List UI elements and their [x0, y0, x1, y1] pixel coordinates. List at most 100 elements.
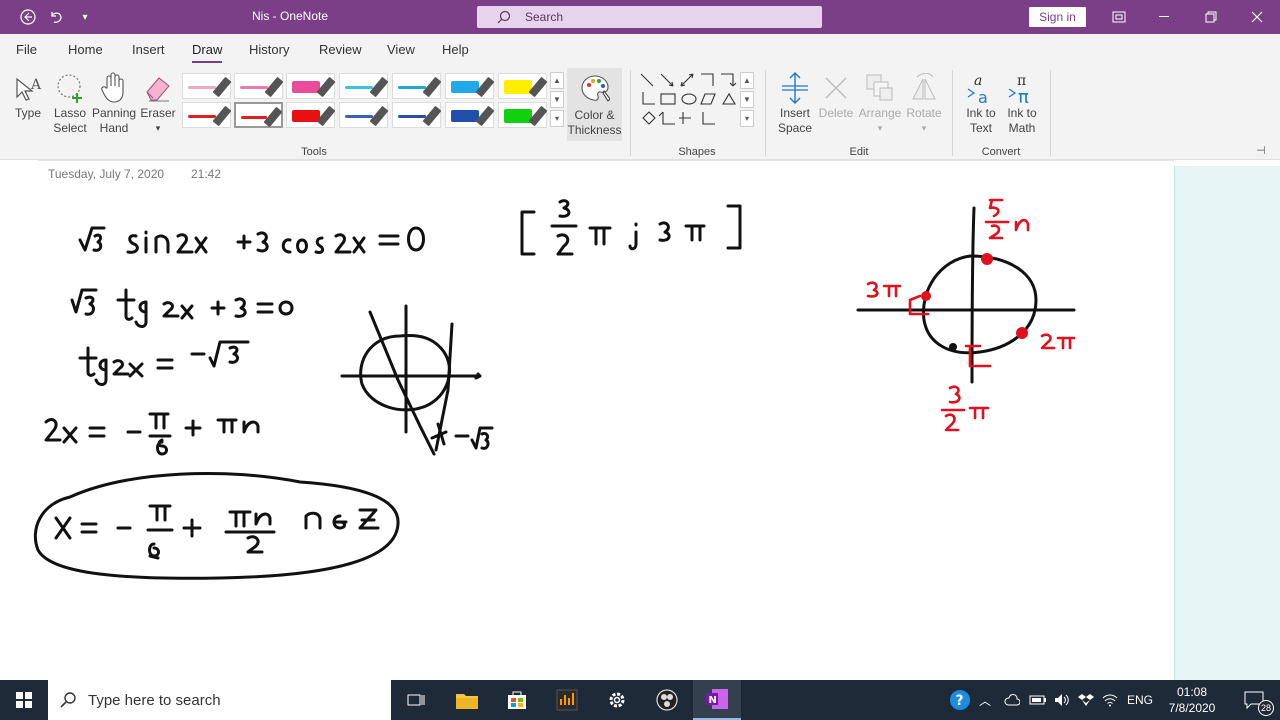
arrange-dropdown-icon[interactable]: ▾ [857, 121, 903, 136]
close-icon[interactable] [1234, 0, 1280, 34]
pen-gallery-more-icon[interactable]: ▾ [550, 110, 564, 127]
highlighter-tip-icon [475, 76, 495, 98]
pen-tip-icon [264, 76, 284, 98]
rotate-button[interactable]: Rotate ▾ [904, 70, 944, 136]
arrange-label: Arrange [858, 106, 902, 120]
pen-6-selected[interactable] [234, 102, 283, 128]
taskbar-search-input[interactable]: Type here to search [48, 680, 391, 720]
highlighter-1[interactable] [286, 73, 336, 99]
pen-3[interactable] [339, 73, 389, 99]
lasso-icon [50, 70, 90, 106]
lasso-select-tool[interactable]: Lasso Select [50, 70, 90, 136]
pen-5[interactable] [182, 102, 232, 128]
obs-icon[interactable] [643, 680, 691, 720]
insert-space-icon [774, 70, 816, 106]
tab-home[interactable]: Home [68, 42, 103, 57]
highlighter-tip-icon [316, 76, 336, 98]
language-indicator[interactable]: ENG [1127, 693, 1153, 707]
rotate-label: Rotate [906, 106, 942, 120]
ink-to-text-icon: aa [962, 70, 1000, 106]
note-canvas[interactable]: Tuesday, July 7, 2020 21:42 [0, 160, 1280, 680]
ink-to-math-label-1: Ink to [1007, 106, 1037, 120]
arrange-button[interactable]: Arrange ▾ [857, 70, 903, 136]
pen-1[interactable] [182, 73, 232, 99]
windows-start-icon[interactable] [0, 680, 48, 720]
highlighter-5[interactable] [445, 102, 495, 128]
wifi-icon[interactable] [1096, 680, 1124, 720]
pen-stroke [188, 115, 216, 118]
store-icon[interactable] [493, 680, 541, 720]
eraser-icon [140, 70, 176, 106]
delete-label: Delete [818, 106, 854, 120]
insert-space-button[interactable]: Insert Space [774, 70, 816, 136]
tab-help[interactable]: Help [442, 42, 469, 57]
shapes-down-icon[interactable]: ▼ [740, 91, 754, 108]
pen-2[interactable] [234, 73, 284, 99]
sign-in-button[interactable]: Sign in [1029, 7, 1086, 27]
highlighter-6[interactable] [498, 102, 548, 128]
tab-review[interactable]: Review [319, 42, 362, 57]
pen-7[interactable] [339, 102, 389, 128]
pan-label-1: Panning [92, 106, 137, 120]
pen-gallery-up-icon[interactable]: ▲ [550, 72, 564, 89]
tab-history[interactable]: History [249, 42, 289, 57]
notification-badge: 28 [1258, 700, 1274, 716]
highlighter-tip-icon [475, 105, 495, 127]
rotate-dropdown-icon[interactable]: ▾ [904, 121, 944, 136]
ink-to-math-button[interactable]: ππ Ink to Math [1003, 70, 1041, 136]
tab-file[interactable]: File [16, 42, 37, 57]
shapes-up-icon[interactable]: ▲ [740, 72, 754, 89]
onenote-taskbar-icon[interactable]: N [693, 680, 741, 720]
pin-ribbon-icon[interactable]: ⊣ [1256, 144, 1266, 157]
ribbon-separator [1050, 70, 1051, 156]
tab-view[interactable]: View [387, 42, 415, 57]
ink-to-text-button[interactable]: aa Ink to Text [962, 70, 1000, 136]
eraser-dropdown-icon[interactable]: ▾ [140, 121, 176, 136]
notifications-icon[interactable]: 28 [1230, 680, 1278, 720]
settings-gear-icon[interactable] [593, 680, 641, 720]
tab-insert[interactable]: Insert [132, 42, 165, 57]
panning-hand-tool[interactable]: Panning Hand [92, 70, 136, 136]
pen-tip-icon [263, 106, 283, 128]
ink-to-text-label-1: Ink to [966, 106, 996, 120]
highlighter-4[interactable] [286, 102, 336, 128]
minimize-icon[interactable] [1142, 0, 1188, 34]
svg-text:π: π [1018, 87, 1029, 105]
tab-draw[interactable]: Draw [192, 42, 223, 63]
color-label-2: Thickness [567, 123, 622, 137]
eraser-tool[interactable]: Eraser ▾ [140, 70, 176, 136]
pen-4[interactable] [392, 73, 442, 99]
show-hidden-icons-icon[interactable]: ︿ [970, 680, 1000, 720]
pen-stroke [398, 86, 426, 89]
file-explorer-icon[interactable] [443, 680, 491, 720]
shapes-more-icon[interactable]: ▾ [740, 110, 754, 127]
pen-stroke [398, 115, 426, 118]
task-view-icon[interactable] [392, 680, 440, 720]
ink-to-text-label-2: Text [969, 121, 992, 135]
highlighter-2[interactable] [445, 73, 495, 99]
eraser-label: Eraser [140, 106, 176, 120]
pen-tip-icon [422, 76, 442, 98]
convert-group-label: Convert [981, 146, 1021, 158]
color-thickness-button[interactable]: Color & Thickness [567, 68, 622, 141]
restore-icon[interactable] [1188, 0, 1234, 34]
edit-group-label: Edit [849, 146, 869, 158]
fullscreen-icon[interactable] [1096, 0, 1142, 34]
tools-group-label: Tools [301, 146, 327, 158]
taskbar-clock[interactable]: 01:08 7/8/2020 [1160, 684, 1224, 716]
highlighter-3[interactable] [498, 73, 548, 99]
pen-stroke [241, 116, 267, 119]
pen-gallery-down-icon[interactable]: ▼ [550, 91, 564, 108]
ink-drawing[interactable] [0, 160, 1174, 680]
shapes-icon-grid[interactable] [639, 72, 739, 130]
audio-app-icon[interactable] [543, 680, 591, 720]
delete-button[interactable]: Delete [818, 70, 854, 121]
search-box[interactable]: Search [477, 6, 822, 28]
svg-text:a: a [978, 88, 988, 105]
type-tool[interactable]: A Type [12, 70, 44, 121]
title-bar: ▾ Nis - OneNote Search Sign in [0, 0, 1280, 34]
pen-8[interactable] [392, 102, 442, 128]
cloud-icon[interactable] [998, 680, 1026, 720]
ribbon-separator [765, 70, 766, 156]
taskbar: Type here to search N ? ︿ ENG 01:08 7/8/… [0, 680, 1280, 720]
